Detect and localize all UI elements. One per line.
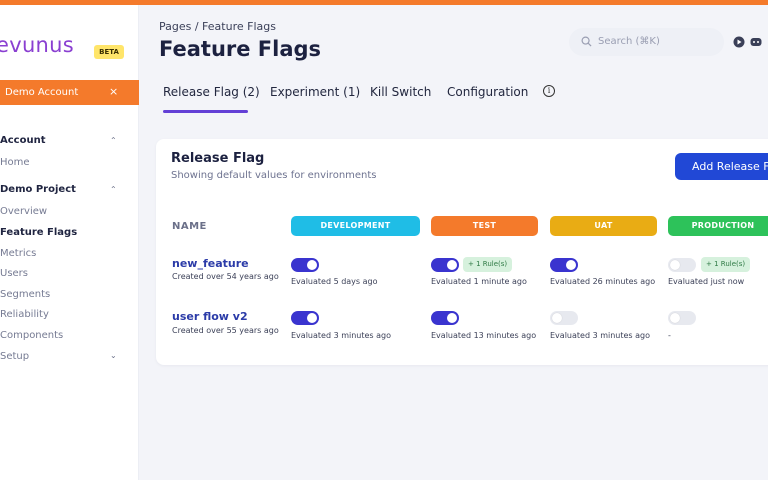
search-input[interactable]: Search (⌘K) bbox=[569, 28, 724, 56]
toggle-switch[interactable] bbox=[668, 311, 696, 325]
beta-badge: BETA bbox=[94, 45, 124, 59]
sidebar-section-project[interactable]: Demo Project bbox=[0, 184, 76, 195]
sidebar-item-components[interactable]: Components bbox=[0, 330, 63, 341]
sidebar: evunus BETA Demo Account × Account ⌃ Hom… bbox=[0, 5, 139, 480]
tab-configuration[interactable]: Configuration bbox=[447, 85, 528, 99]
env-pill-uat: UAT bbox=[550, 216, 657, 236]
evaluated-text: Evaluated just now bbox=[668, 277, 745, 286]
evaluated-text: Evaluated 13 minutes ago bbox=[431, 331, 537, 340]
evaluated-text: Evaluated 3 minutes ago bbox=[291, 331, 391, 340]
toggle-switch[interactable] bbox=[668, 258, 696, 272]
env-pill-development: DEVELOPMENT bbox=[291, 216, 420, 236]
card-title: Release Flag bbox=[171, 151, 265, 166]
toggle-switch[interactable] bbox=[431, 311, 459, 325]
tab-release-flag[interactable]: Release Flag (2) bbox=[163, 85, 260, 99]
sidebar-item-metrics[interactable]: Metrics bbox=[0, 248, 36, 259]
chevron-down-icon[interactable]: ⌄ bbox=[110, 351, 117, 360]
sidebar-item-overview[interactable]: Overview bbox=[0, 206, 47, 217]
flag-name[interactable]: new_feature bbox=[172, 257, 249, 270]
toggle-switch[interactable] bbox=[291, 311, 319, 325]
evaluated-text: - bbox=[668, 331, 671, 340]
tab-kill-switch[interactable]: Kill Switch bbox=[370, 85, 431, 99]
flag-created: Created over 54 years ago bbox=[172, 272, 279, 281]
toggle-switch[interactable] bbox=[431, 258, 459, 272]
evaluated-text: Evaluated 3 minutes ago bbox=[550, 331, 650, 340]
rule-badge[interactable]: + 1 Rule(s) bbox=[701, 257, 751, 272]
sidebar-item-home[interactable]: Home bbox=[0, 157, 30, 168]
evaluated-text: Evaluated 1 minute ago bbox=[431, 277, 527, 286]
env-pill-production: PRODUCTION bbox=[668, 216, 768, 236]
active-tab-indicator bbox=[163, 110, 248, 113]
sidebar-item-users[interactable]: Users bbox=[0, 268, 28, 279]
play-icon[interactable] bbox=[733, 36, 745, 48]
account-name: Demo Account bbox=[5, 87, 79, 98]
tab-experiment[interactable]: Experiment (1) bbox=[270, 85, 360, 99]
card-subtitle: Showing default values for environments bbox=[171, 170, 377, 181]
sidebar-item-reliability[interactable]: Reliability bbox=[0, 309, 49, 320]
toggle-switch[interactable] bbox=[291, 258, 319, 272]
sidebar-item-segments[interactable]: Segments bbox=[0, 289, 50, 300]
env-pill-test: TEST bbox=[431, 216, 538, 236]
sidebar-item-setup[interactable]: Setup bbox=[0, 351, 29, 362]
chevron-up-icon[interactable]: ⌃ bbox=[110, 136, 117, 145]
chevron-up-icon[interactable]: ⌃ bbox=[110, 185, 117, 194]
close-icon[interactable]: × bbox=[109, 85, 118, 98]
evaluated-text: Evaluated 26 minutes ago bbox=[550, 277, 656, 286]
breadcrumb: Pages / Feature Flags bbox=[159, 20, 276, 33]
column-header-name: NAME bbox=[172, 221, 207, 232]
page-title: Feature Flags bbox=[159, 37, 322, 61]
search-icon bbox=[581, 36, 592, 47]
account-switcher[interactable]: Demo Account × bbox=[0, 80, 139, 105]
logo-text: evunus bbox=[0, 33, 75, 57]
toggle-switch[interactable] bbox=[550, 311, 578, 325]
add-release-flag-button[interactable]: Add Release Flag bbox=[675, 153, 768, 180]
rule-badge[interactable]: + 1 Rule(s) bbox=[463, 257, 513, 272]
discord-icon[interactable] bbox=[750, 36, 762, 48]
toggle-switch[interactable] bbox=[550, 258, 578, 272]
flag-created: Created over 55 years ago bbox=[172, 326, 279, 335]
sidebar-section-account[interactable]: Account bbox=[0, 135, 45, 146]
search-placeholder: Search (⌘K) bbox=[598, 36, 660, 47]
evaluated-text: Evaluated 5 days ago bbox=[291, 277, 378, 286]
info-icon[interactable]: i bbox=[543, 85, 555, 97]
logo[interactable]: evunus BETA bbox=[0, 33, 139, 69]
sidebar-item-feature-flags[interactable]: Feature Flags bbox=[0, 227, 77, 238]
flag-name[interactable]: user flow v2 bbox=[172, 310, 248, 323]
